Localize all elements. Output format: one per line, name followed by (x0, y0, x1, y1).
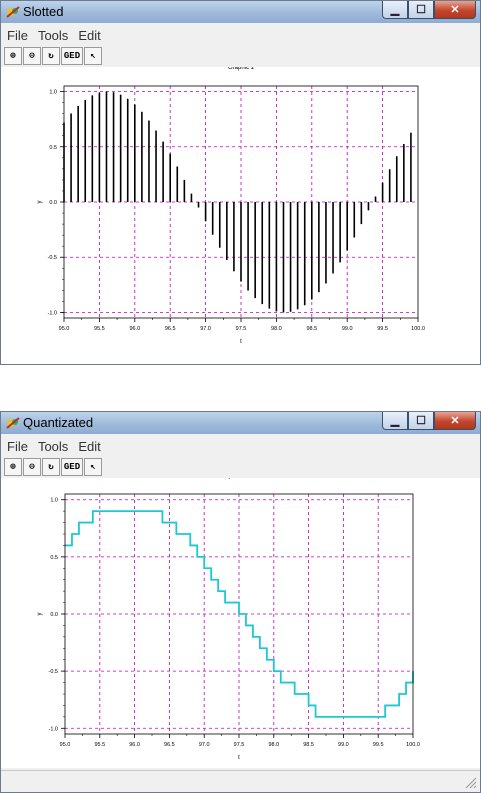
plot-area: Graphic 1 95.0 95.5 96.0 96.5 97.0 97.5 98.0 98.… (1, 65, 480, 364)
y-tick-label: -1.0 (48, 310, 57, 316)
ged-button[interactable]: GED (61, 47, 83, 65)
y-tick-label: 1.0 (49, 90, 57, 96)
x-tick-label: 96.5 (165, 326, 176, 332)
y-tick-label: 0.0 (49, 200, 57, 206)
x-tick-label: 100.0 (406, 742, 420, 748)
resize-grip-icon[interactable] (463, 775, 477, 789)
app-icon (6, 6, 20, 18)
x-tick-label: 99.0 (338, 742, 349, 748)
menu-file[interactable]: File (7, 28, 28, 43)
minimize-button[interactable]: ▁ (382, 1, 408, 19)
x-tick-label: 95.0 (59, 326, 70, 332)
chart-quantizer: Quantizer 95.0 95.5 96.0 96.5 97.0 97.5 98.0 98.… (37, 473, 420, 761)
rotate-icon[interactable]: ↻ (42, 47, 60, 65)
x-tick-label: 96.0 (129, 742, 140, 748)
x-tick-label: 97.0 (199, 742, 210, 748)
y-tick-label: -0.5 (48, 255, 57, 261)
quantizated-window: Quantizated ▁ ☐ ✕ File Tools Edit ⊕ ⊖ ↻ … (0, 411, 481, 793)
status-bar (1, 770, 480, 792)
x-tick-label: 95.5 (94, 742, 105, 748)
zoom-out-icon[interactable]: ⊖ (23, 47, 41, 65)
y-tick-label: 0.0 (50, 612, 58, 618)
x-tick-label: 99.0 (342, 326, 353, 332)
pointer-icon[interactable]: ↖ (84, 458, 102, 476)
menu-bar: File Tools Edit (1, 436, 480, 456)
window-title: Slotted (23, 4, 64, 19)
ged-button[interactable]: GED (61, 458, 83, 476)
app-icon (6, 417, 20, 429)
x-tick-label: 98.0 (268, 742, 279, 748)
menu-bar: File Tools Edit (1, 25, 480, 45)
close-button[interactable]: ✕ (434, 412, 476, 430)
toolbar: ⊕ ⊖ ↻ GED ↖ (1, 456, 480, 478)
menu-tools[interactable]: Tools (38, 28, 68, 43)
maximize-button[interactable]: ☐ (408, 1, 434, 19)
chart-graphic-1: Graphic 1 95.0 95.5 96.0 96.5 97.0 97.5 98.0 98.… (37, 65, 425, 345)
window-title: Quantizated (23, 415, 94, 430)
x-tick-label: 98.0 (271, 326, 282, 332)
y-tick-label: 1.0 (50, 498, 58, 504)
y-tick-label: -1.0 (49, 726, 58, 732)
x-tick-label: 98.5 (303, 742, 314, 748)
menu-edit[interactable]: Edit (78, 28, 100, 43)
toolbar: ⊕ ⊖ ↻ GED ↖ (1, 45, 480, 67)
maximize-button[interactable]: ☐ (408, 412, 434, 430)
x-tick-label: 95.5 (94, 326, 105, 332)
x-tick-label: 98.5 (306, 326, 317, 332)
x-axis-label: t (238, 755, 240, 761)
y-tick-label: -0.5 (49, 669, 58, 675)
close-button[interactable]: ✕ (434, 1, 476, 19)
menu-file[interactable]: File (7, 439, 28, 454)
rotate-icon[interactable]: ↻ (42, 458, 60, 476)
y-tick-label: 0.5 (49, 145, 57, 151)
zoom-in-icon[interactable]: ⊕ (4, 47, 22, 65)
x-tick-label: 95.0 (60, 742, 71, 748)
zoom-in-icon[interactable]: ⊕ (4, 458, 22, 476)
x-tick-label: 100.0 (411, 326, 425, 332)
x-tick-label: 96.5 (164, 742, 175, 748)
x-tick-label: 97.5 (236, 326, 247, 332)
minimize-button[interactable]: ▁ (382, 412, 408, 430)
pointer-icon[interactable]: ↖ (84, 47, 102, 65)
x-tick-label: 99.5 (377, 326, 388, 332)
chart-title: Graphic 1 (228, 67, 255, 71)
y-axis-label: y (37, 613, 43, 616)
zoom-out-icon[interactable]: ⊖ (23, 458, 41, 476)
title-bar[interactable]: Quantizated ▁ ☐ ✕ (1, 412, 480, 434)
menu-edit[interactable]: Edit (78, 439, 100, 454)
y-tick-label: 0.5 (50, 555, 58, 561)
x-tick-label: 96.0 (129, 326, 140, 332)
slotted-window: Slotted ▁ ☐ ✕ File Tools Edit ⊕ ⊖ ↻ GED … (0, 0, 481, 365)
x-axis-label: t (240, 339, 242, 345)
chart-title: Quantizer (226, 478, 252, 479)
x-tick-label: 99.5 (373, 742, 384, 748)
title-bar[interactable]: Slotted ▁ ☐ ✕ (1, 1, 480, 23)
menu-tools[interactable]: Tools (38, 439, 68, 454)
plot-area: Quantizer 95.0 95.5 96.0 96.5 97.0 97.5 98.0 98.… (1, 473, 480, 768)
y-axis-label: y (37, 201, 43, 204)
x-tick-label: 97.5 (234, 742, 245, 748)
x-tick-label: 97.0 (200, 326, 211, 332)
